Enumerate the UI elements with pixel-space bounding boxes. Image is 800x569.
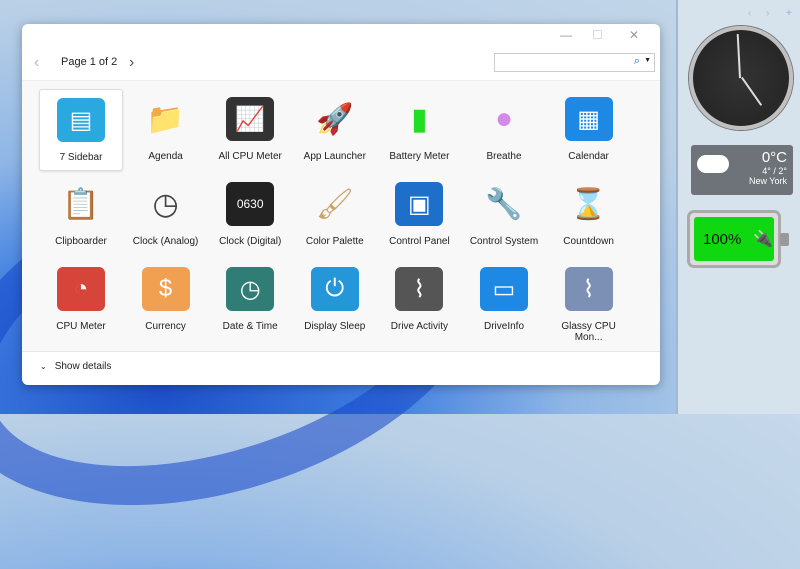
battery-nub [780,233,789,246]
gadget-item[interactable]: ▮ Battery Meter [377,89,461,171]
clock-gadget[interactable] [689,26,793,130]
gadget-label: Drive Activity [390,321,448,332]
monitor-graph-icon: 📈 [226,97,275,141]
gadget-label: 7 Sidebar [59,152,103,163]
chevron-down-icon: ⌄ [40,362,47,371]
gadget-item[interactable]: 🔧 Control System [462,174,546,256]
gadget-label: All CPU Meter [218,151,282,162]
maximize-button[interactable]: ☐ [592,28,603,42]
gadget-label: Currency [145,321,186,332]
money-bag-icon: $ [141,267,190,311]
sidebar-next-button[interactable]: › [766,8,769,19]
gadget-item[interactable]: ⌇ Glassy CPU Mon... [547,259,631,343]
sidebar-prev-button[interactable]: ‹ [748,8,751,19]
gadget-item[interactable]: ◷ Clock (Analog) [124,174,208,256]
sidebar-add-button[interactable]: + [786,8,792,19]
gadget-label: CPU Meter [56,321,106,332]
calendar-icon: ▦ [564,97,613,141]
gadget-grid: ▤ 7 Sidebar 📁 Agenda 📈 All CPU Meter 🚀 App Laun… [22,80,660,352]
battery-percent: 100% [703,230,742,248]
search-icon[interactable]: ⌕ [634,55,640,68]
gadget-item[interactable]: ◷ Date & Time [208,259,292,341]
gadget-item[interactable]: ▣ Control Panel [377,174,461,256]
gadget-item[interactable]: $ Currency [124,259,208,341]
gadget-sidebar: ‹ › + 0°C 4° / 2° New York 100% 🔌 [676,0,800,414]
gadget-label: DriveInfo [483,321,524,332]
battery-gadget[interactable]: 100% 🔌 [687,210,789,268]
gadget-label: Countdown [563,236,614,247]
clipboard-icon: 📋 [62,187,100,221]
gadget-item[interactable]: ▭ DriveInfo [462,259,546,341]
digital-clock-icon: 0630 [226,182,275,226]
gadget-item[interactable]: ▦ Calendar [547,89,631,171]
prev-page-button[interactable]: ‹ [34,54,39,72]
gadget-item[interactable]: ▤ 7 Sidebar [39,89,123,171]
drive-info-icon: ▭ [480,267,528,311]
sidebar-icon: ▤ [57,98,105,142]
gadget-item[interactable]: ⌇ Drive Activity [377,259,461,341]
gadget-item[interactable]: 📁 Agenda [124,89,208,171]
gadget-label: Glassy CPU Mon... [561,321,616,343]
search-input[interactable]: ⌕ ▼ [494,53,655,72]
show-details-toggle[interactable]: ⌄ Show details [40,361,111,372]
gadget-item[interactable]: ● Breathe [462,89,546,171]
brush-icon: 🖌 [315,187,354,221]
gadget-label: Calendar [568,151,609,162]
plug-icon: 🔌 [753,231,774,248]
gadget-item[interactable]: 🖌 Color Palette [293,174,377,256]
gadget-label: Date & Time [222,321,278,332]
teal-clock-icon: ◷ [226,267,275,311]
gadget-label: Battery Meter [389,151,450,162]
minute-hand [736,34,741,79]
gadget-label: Color Palette [305,236,364,247]
bubbles-icon: ● [494,102,514,135]
close-button[interactable]: ✕ [629,28,639,42]
folder-icon: 📁 [146,102,185,136]
control-panel-icon: ▣ [395,182,444,226]
gadget-item[interactable]: 📋 Clipboarder [39,174,123,256]
hour-hand [741,76,763,106]
analog-clock-icon: ◷ [152,187,179,221]
gadget-label: Agenda [148,151,183,162]
wrench-icon: 🔧 [485,187,523,221]
dropdown-arrow-icon[interactable]: ▼ [644,57,651,64]
gadget-label: Control System [469,236,539,247]
gadget-label: Breathe [486,151,522,162]
weather-city: New York [748,176,787,186]
rocket-icon: 🚀 [316,102,354,136]
gadget-label: Display Sleep [304,321,366,332]
gadget-item[interactable]: 0630 Clock (Digital) [208,174,292,256]
gadget-label: Clock (Digital) [219,236,282,247]
gadget-label: Control Panel [389,236,450,247]
hourglass-icon: ⌛ [569,187,608,221]
display-power-icon: ⏻ [310,267,359,311]
gadget-label: Clock (Analog) [132,236,199,247]
page-indicator: Page 1 of 2 [61,56,118,68]
gadget-item[interactable]: 🚀 App Launcher [293,89,377,171]
gadget-item[interactable]: ⏻ Display Sleep [293,259,377,341]
gadget-item[interactable]: ◔ CPU Meter [39,259,123,341]
glassy-cpu-icon: ⌇ [564,267,613,311]
gadget-label: Clipboarder [55,236,107,247]
gauge-icon: ◔ [57,267,105,311]
battery-icon: ▮ [411,102,428,136]
snow-cloud-icon [697,155,729,173]
gadget-label: App Launcher [303,151,366,162]
minimize-button[interactable]: — [560,28,572,42]
gadget-item[interactable]: ⌛ Countdown [547,174,631,256]
gadget-item[interactable]: 📈 All CPU Meter [208,89,292,171]
drive-activity-icon: ⌇ [395,267,444,311]
gadgets-window: — ☐ ✕ ‹ Page 1 of 2 › ⌕ ▼ ▤ 7 Sidebar 📁 Age… [22,24,660,385]
next-page-button[interactable]: › [129,54,134,72]
weather-gadget[interactable]: 0°C 4° / 2° New York [691,145,793,195]
